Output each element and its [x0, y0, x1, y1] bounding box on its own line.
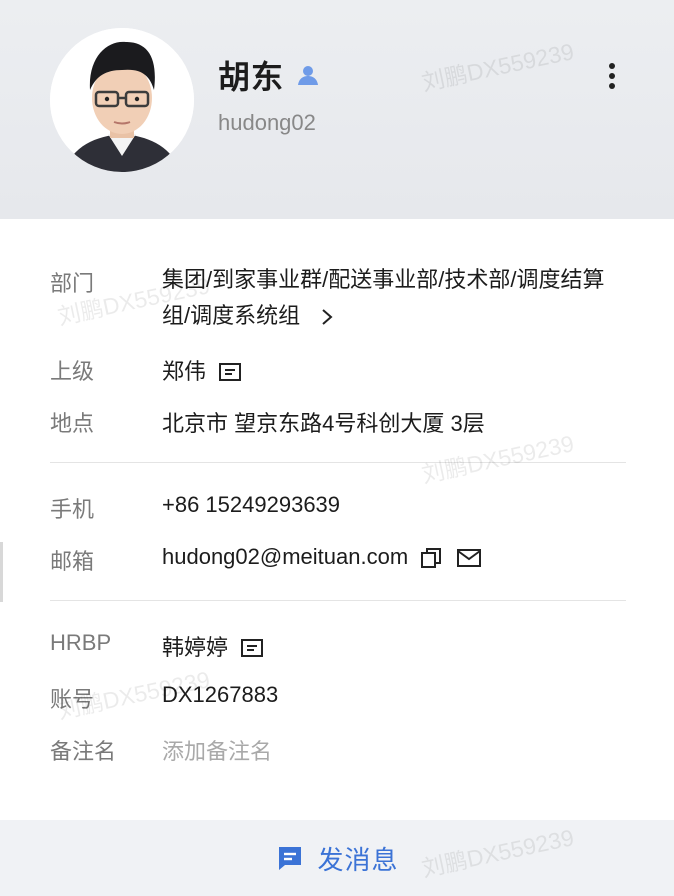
profile-card: 胡东 hudong02 部门 集团/到家事业群/配送事业部/技术部/调度结算组/…: [0, 0, 674, 896]
chevron-right-icon[interactable]: [320, 308, 334, 326]
department-value[interactable]: 集团/到家事业群/配送事业部/技术部/调度结算组/调度系统组: [162, 262, 632, 334]
account-value: DX1267883: [162, 682, 279, 707]
avatar-photo: [50, 28, 194, 172]
send-message-button[interactable]: 发消息: [0, 820, 674, 896]
person-icon: [296, 63, 320, 87]
remark-input[interactable]: 添加备注名: [162, 734, 272, 766]
hrbp-name[interactable]: 韩婷婷: [162, 635, 228, 660]
more-dot: [609, 73, 615, 79]
copy-icon[interactable]: [420, 547, 442, 569]
name-row: 胡东: [218, 52, 320, 98]
department-label: 部门: [50, 271, 95, 296]
mail-icon[interactable]: [456, 548, 482, 568]
manager-value-wrap: 郑伟: [162, 354, 242, 386]
more-vertical-icon: [609, 63, 615, 69]
divider: [50, 600, 626, 601]
email-value[interactable]: hudong02@meituan.com: [162, 544, 408, 569]
account-label: 账号: [50, 687, 95, 712]
avatar[interactable]: [50, 28, 194, 172]
profile-header: 胡东 hudong02: [0, 0, 674, 219]
profile-username: hudong02: [218, 110, 316, 135]
send-message-label: 发消息: [317, 844, 399, 875]
phone-label: 手机: [50, 497, 95, 522]
profile-name: 胡东: [218, 59, 285, 95]
email-value-wrap: hudong02@meituan.com: [162, 544, 482, 570]
phone-value[interactable]: +86 15249293639: [162, 492, 340, 518]
chat-icon[interactable]: [218, 362, 242, 384]
hrbp-label: HRBP: [50, 630, 112, 655]
left-edge-strip: [0, 542, 3, 602]
divider: [50, 462, 626, 463]
email-label: 邮箱: [50, 549, 95, 574]
location-label: 地点: [50, 411, 95, 436]
location-value: 北京市 望京东路4号科创大厦 3层: [162, 411, 485, 436]
department-path[interactable]: 集团/到家事业群/配送事业部/技术部/调度结算组/调度系统组: [162, 267, 604, 328]
hrbp-value-wrap: 韩婷婷: [162, 630, 264, 662]
remark-label: 备注名: [50, 739, 117, 764]
message-icon: [279, 847, 302, 870]
more-options-button[interactable]: [596, 58, 628, 94]
manager-name[interactable]: 郑伟: [162, 359, 206, 384]
manager-label: 上级: [50, 359, 95, 384]
more-dot: [609, 83, 615, 89]
chat-icon[interactable]: [240, 638, 264, 660]
